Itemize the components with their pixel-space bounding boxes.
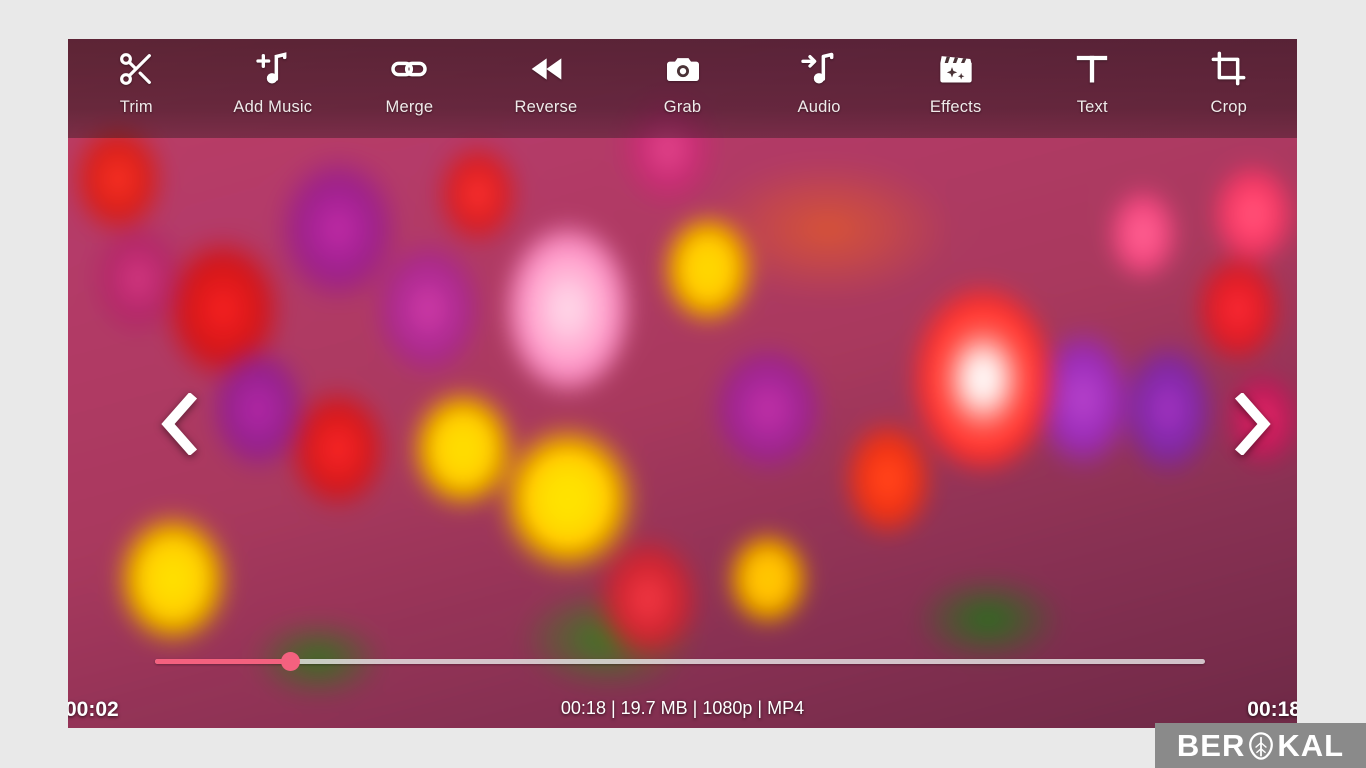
seek-progress-fill xyxy=(155,659,289,664)
extract-audio-note-icon xyxy=(799,47,839,91)
watermark-text-right: KAL xyxy=(1277,728,1345,763)
tool-merge[interactable]: Merge xyxy=(341,47,478,117)
seek-thumb[interactable] xyxy=(281,652,300,671)
tool-text[interactable]: Text xyxy=(1024,47,1161,117)
tool-label: Crop xyxy=(1210,98,1248,116)
total-time-label: 00:18 xyxy=(1247,698,1297,721)
watermark-text-left: BER xyxy=(1176,728,1246,763)
tool-audio[interactable]: Audio xyxy=(751,47,888,117)
seek-bar[interactable] xyxy=(68,648,1297,674)
editor-toolbar: Trim Add Music Merge Reverse Grab Audio … xyxy=(68,39,1297,138)
previous-video-button[interactable] xyxy=(150,388,212,460)
tool-label: Reverse xyxy=(514,98,578,116)
tool-label: Effects xyxy=(929,98,982,116)
tool-trim[interactable]: Trim xyxy=(68,47,205,117)
crop-icon xyxy=(1209,47,1249,91)
tool-label: Add Music xyxy=(233,98,313,116)
tool-effects[interactable]: Effects xyxy=(887,47,1024,117)
tool-grab[interactable]: Grab xyxy=(614,47,751,117)
tool-label: Merge xyxy=(385,98,434,116)
video-still-image xyxy=(68,39,1297,728)
watermark: BER KAL xyxy=(1155,723,1366,768)
camera-icon xyxy=(663,47,703,91)
text-t-icon xyxy=(1072,47,1112,91)
rewind-icon xyxy=(526,47,566,91)
tool-label: Audio xyxy=(797,98,841,116)
tool-add-music[interactable]: Add Music xyxy=(205,47,342,117)
video-metadata-label: 00:18 | 19.7 MB | 1080p | MP4 xyxy=(560,698,805,718)
video-preview-frame[interactable]: Trim Add Music Merge Reverse Grab Audio … xyxy=(68,39,1297,728)
link-chain-icon xyxy=(389,47,429,91)
tool-reverse[interactable]: Reverse xyxy=(478,47,615,117)
tool-label: Grab xyxy=(663,98,702,116)
tool-label: Text xyxy=(1076,98,1108,116)
tool-label: Trim xyxy=(119,98,153,116)
tool-crop[interactable]: Crop xyxy=(1161,47,1298,117)
video-editor-screen: Trim Add Music Merge Reverse Grab Audio … xyxy=(0,0,1366,768)
leaf-brain-icon xyxy=(1249,731,1274,760)
add-music-note-icon xyxy=(253,47,293,91)
clapperboard-sparkle-icon xyxy=(936,47,976,91)
seek-track[interactable] xyxy=(155,652,1205,671)
next-video-button[interactable] xyxy=(1220,388,1282,460)
scissors-icon xyxy=(116,47,156,91)
